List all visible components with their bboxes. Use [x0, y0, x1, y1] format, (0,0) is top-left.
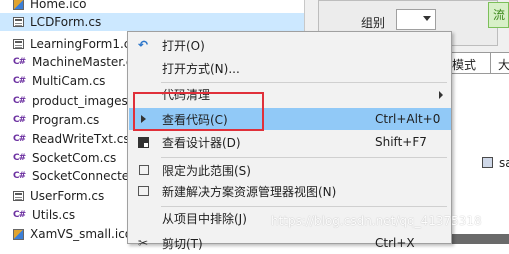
menu-item-label: 打开方式(N)...: [162, 61, 240, 76]
grid-column-mode[interactable]: 模式: [452, 56, 476, 73]
file-name: MachineMaster.cs: [32, 55, 139, 69]
file-name: Utils.cs: [32, 208, 76, 222]
file-name: SocketCom.cs: [32, 151, 117, 165]
new-view-icon: [138, 186, 149, 196]
file-name: UserForm.cs: [30, 189, 105, 203]
file-name: SocketConnecte: [32, 169, 130, 183]
file-name: LCDForm.cs: [30, 15, 102, 29]
menu-item-open[interactable]: ↶ 打开(O): [129, 34, 451, 56]
csharp-file-icon: C#: [13, 209, 26, 220]
menu-item-cut[interactable]: ✂ 剪切(T) Ctrl+X: [129, 232, 451, 254]
tree-item-lcdform[interactable]: LCDForm.cs: [0, 13, 304, 31]
cut-icon: ✂: [137, 236, 149, 250]
menu-item-new-explorer-view[interactable]: 新建解决方案资源管理器视图(N): [129, 180, 451, 202]
chevron-down-icon: [423, 16, 431, 21]
ico-file-icon: [13, 0, 24, 10]
csharp-file-icon: C#: [13, 56, 26, 67]
form-file-icon: [13, 17, 24, 27]
designer-icon: [138, 136, 149, 148]
context-menu: ↶ 打开(O) 打开方式(N)... 代码清理 查看代码(C) Ctrl+Alt…: [127, 31, 452, 251]
menu-item-shortcut: Ctrl+X: [375, 236, 415, 250]
dark-bar: [452, 234, 509, 244]
tree-item-home-ico[interactable]: Home.ico: [0, 0, 304, 13]
group-label: 组别: [361, 16, 386, 30]
form-file-icon: [13, 191, 24, 201]
menu-item-scope-to-this[interactable]: 限定为此范围(S): [129, 159, 451, 181]
menu-item-view-designer[interactable]: 查看设计器(D) Shift+F7: [129, 131, 451, 153]
csharp-file-icon: C#: [13, 75, 26, 86]
grid-column-divider: [490, 52, 491, 74]
grid-column-2[interactable]: 大: [498, 56, 509, 73]
menu-item-open-with[interactable]: 打开方式(N)...: [129, 57, 451, 79]
menu-separator: [161, 157, 447, 158]
group-combobox[interactable]: [396, 9, 436, 30]
menu-item-label: 从项目中排除(J): [162, 211, 247, 226]
scope-icon: [139, 165, 149, 175]
menu-item-label: 新建解决方案资源管理器视图(N): [162, 184, 337, 199]
ico-file-icon: [13, 228, 24, 240]
submenu-arrow-icon: [439, 91, 443, 99]
annotation-highlight-box: [133, 92, 264, 131]
csharp-file-icon: C#: [13, 170, 26, 181]
file-name: ReadWriteTxt.cs: [32, 132, 130, 146]
watermark: https://blog.csdn.net/qq_41375318: [271, 214, 482, 228]
csharp-file-icon: C#: [13, 95, 26, 106]
menu-item-label: 查看设计器(D): [162, 135, 241, 150]
menu-item-label: 打开(O): [162, 38, 205, 53]
save-icon: [482, 157, 493, 168]
menu-item-shortcut: Shift+F7: [375, 135, 427, 149]
file-name: Home.ico: [30, 0, 87, 11]
flow-button[interactable]: 流: [488, 2, 509, 28]
csharp-file-icon: C#: [13, 114, 26, 125]
csharp-file-icon: C#: [13, 152, 26, 163]
save-text[interactable]: sa: [499, 156, 509, 170]
undo-icon: ↶: [137, 38, 149, 52]
form-file-icon: [13, 39, 24, 49]
menu-item-shortcut: Ctrl+Alt+0: [375, 112, 441, 126]
file-name: LearningForm1.cs: [30, 37, 137, 51]
file-name: product_images: [32, 94, 128, 108]
menu-item-label: 剪切(T): [162, 236, 203, 251]
csharp-file-icon: C#: [13, 133, 26, 144]
menu-item-label: 限定为此范围(S): [162, 163, 251, 178]
file-name: XamVS_small.ico: [30, 227, 133, 241]
file-name: MultiCam.cs: [32, 74, 106, 88]
file-name: Program.cs: [32, 113, 100, 127]
